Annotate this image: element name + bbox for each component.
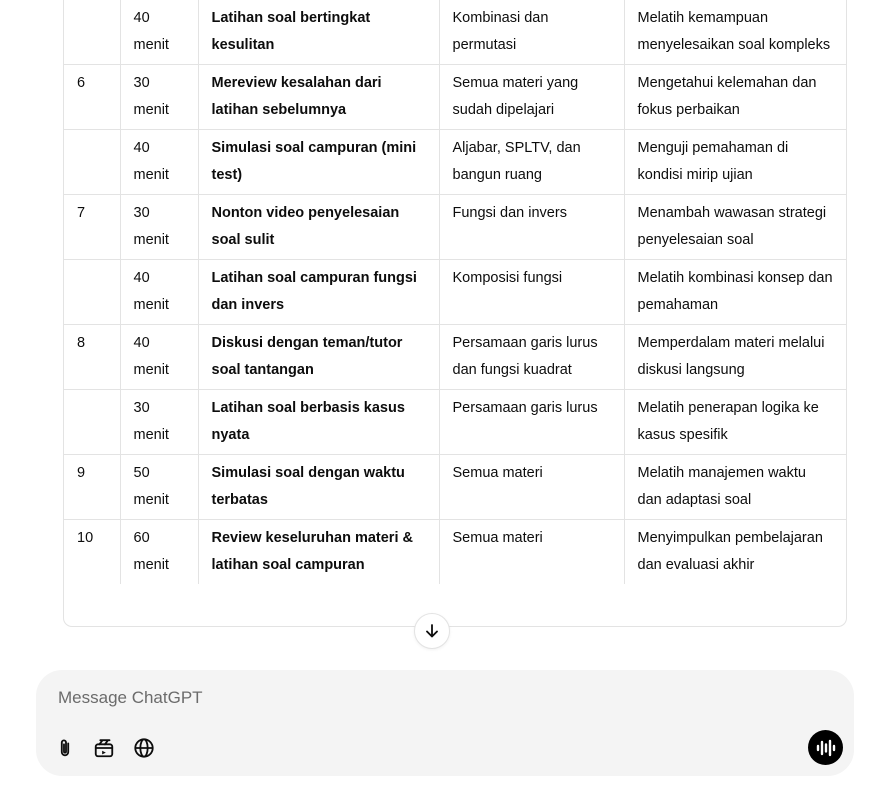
table-body: 40 menit Latihan soal bertingkat kesulita… [64,0,846,584]
cell-day: 6 [64,64,121,130]
table-row: 40 menit Latihan soal campuran fungsi dan… [64,259,846,325]
cell-activity: Diskusi dengan teman/tutor soal tantanga… [198,324,440,390]
cell-day: 10 [64,519,121,584]
cell-goal: Melatih kombinasi konsep dan pemahaman [624,259,846,325]
cell-goal: Melatih penerapan logika ke kasus spesif… [624,389,846,455]
cell-goal: Mengetahui kelemahan dan fokus perbaikan [624,64,846,130]
cell-activity: Mereview kesalahan dari latihan sebelumn… [198,64,440,130]
table-row: 6 30 menit Mereview kesalahan dari latihan… [64,64,846,130]
cell-activity: Review keseluruhan materi & latihan soal… [198,519,440,584]
cell-activity: Latihan soal campuran fungsi dan invers [198,259,440,325]
cell-day [64,0,121,65]
cell-activity: Latihan soal berbasis kasus nyata [198,389,440,455]
search-web-button[interactable] [131,735,157,761]
message-input[interactable] [56,682,760,714]
cell-duration: 50 menit [120,454,199,520]
cell-goal: Menguji pemahaman di kondisi mirip ujian [624,129,846,195]
cell-topic: Semua materi [439,454,625,520]
cell-goal: Melatih manajemen waktu dan adaptasi soa… [624,454,846,520]
cell-goal: Memperdalam materi melalui diskusi langs… [624,324,846,390]
table-row: 40 menit Simulasi soal campuran (mini tes… [64,129,846,195]
cell-duration: 30 menit [120,389,199,455]
paperclip-icon [60,739,70,757]
scroll-to-bottom-button[interactable] [414,613,450,649]
arrow-down-icon [426,624,438,638]
cell-topic: Aljabar, SPLTV, dan bangun ruang [439,129,625,195]
cell-topic: Fungsi dan invers [439,194,625,260]
cell-day [64,259,121,325]
cell-topic: Semua materi [439,519,625,584]
table-row: 9 50 menit Simulasi soal dengan waktu terb… [64,454,846,520]
cell-topic: Persamaan garis lurus dan fungsi kuadrat [439,324,625,390]
cell-duration: 60 menit [120,519,199,584]
table-row: 7 30 menit Nonton video penyelesaian soal … [64,194,846,260]
cell-activity: Nonton video penyelesaian soal sulit [198,194,440,260]
cell-duration: 30 menit [120,64,199,130]
cell-goal: Melatih kemampuan menyelesaikan soal kom… [624,0,846,65]
tools-button[interactable] [91,735,117,761]
cell-day [64,129,121,195]
cell-activity: Simulasi soal campuran (mini test) [198,129,440,195]
cell-duration: 40 menit [120,0,199,65]
study-plan-table-container: 40 menit Latihan soal bertingkat kesulita… [63,0,847,627]
cell-day: 7 [64,194,121,260]
cell-goal: Menambah wawasan strategi penyelesaian s… [624,194,846,260]
voice-mode-button[interactable] [808,730,843,765]
voice-icon [816,739,835,756]
table-row: 10 60 menit Review keseluruhan materi & la… [64,519,846,584]
table-row: 8 40 menit Diskusi dengan teman/tutor soal… [64,324,846,390]
cell-activity: Simulasi soal dengan waktu terbatas [198,454,440,520]
cell-day [64,389,121,455]
globe-icon [134,738,154,758]
cell-duration: 40 menit [120,259,199,325]
table-row: 30 menit Latihan soal berbasis kasus nyat… [64,389,846,455]
cell-duration: 40 menit [120,129,199,195]
cell-duration: 30 menit [120,194,199,260]
tools-icon [94,739,114,758]
attach-button[interactable] [52,735,78,761]
message-composer [36,670,854,776]
cell-day: 9 [64,454,121,520]
cell-activity: Latihan soal bertingkat kesulitan [198,0,440,65]
cell-duration: 40 menit [120,324,199,390]
cell-topic: Kombinasi dan permutasi [439,0,625,65]
cell-day: 8 [64,324,121,390]
cell-goal: Menyimpulkan pembelajaran dan evaluasi a… [637,530,823,573]
cell-topic: Semua materi yang sudah dipelajari [439,64,625,130]
study-plan-table: 40 menit Latihan soal bertingkat kesulita… [64,0,846,584]
table-row: 40 menit Latihan soal bertingkat kesulita… [64,0,846,65]
cell-topic: Persamaan garis lurus [439,389,625,455]
cell-topic: Komposisi fungsi [439,259,625,325]
